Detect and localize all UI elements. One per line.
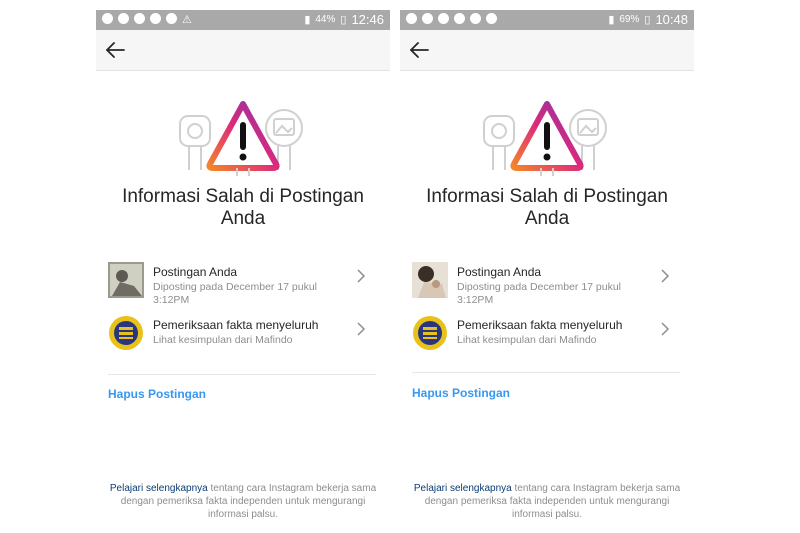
post-row-title: Postingan Anda [457, 265, 542, 279]
notification-icon [438, 13, 449, 24]
divider [412, 372, 680, 373]
phone-screen-right: ▮ 69% ▯ 10:48 Informasi Salah di Posting… [400, 10, 694, 530]
warning-triangle-icon [510, 101, 584, 176]
post-row-subtitle: Diposting pada December 17 pukul 3:12PM [153, 281, 318, 306]
signal-icon: ▮ [304, 14, 311, 26]
warning-triangle-icon [206, 101, 280, 176]
notification-icon [134, 13, 145, 24]
app-bar [96, 30, 390, 71]
delete-post-button[interactable]: Hapus Postingan [108, 387, 206, 401]
factcheck-row[interactable]: Pemeriksaan fakta menyeluruh Lihat kesim… [412, 315, 680, 359]
alert-icon: ⚠ [182, 14, 192, 26]
notification-icon [406, 13, 417, 24]
clock: 10:48 [655, 12, 688, 27]
battery-icon: ▯ [340, 14, 347, 26]
post-thumbnail [412, 262, 448, 298]
notification-icon [454, 13, 465, 24]
delete-post-button[interactable]: Hapus Postingan [412, 386, 510, 400]
app-bar [400, 30, 694, 71]
warning-illustration [179, 101, 303, 176]
status-indicators: ▮ 69% ▯ 10:48 [608, 12, 688, 27]
back-arrow-icon[interactable] [408, 39, 432, 61]
chevron-right-icon [661, 269, 670, 283]
notification-icons: ⚠ [102, 13, 193, 26]
page-title: Informasi Salah di Postingan Anda [122, 186, 364, 229]
status-indicators: ▮ 44% ▯ 12:46 [304, 12, 384, 27]
notification-icon [150, 13, 161, 24]
notification-icon [422, 13, 433, 24]
signal-icon: ▮ [608, 14, 615, 26]
back-arrow-icon[interactable] [104, 39, 128, 61]
post-row-subtitle: Diposting pada December 17 pukul 3:12PM [457, 281, 622, 306]
chevron-right-icon [357, 322, 366, 336]
post-thumbnail [108, 262, 144, 298]
warning-illustration [483, 101, 607, 176]
post-row-title: Postingan Anda [153, 265, 238, 279]
phone-screen-left: ⚠ ▮ 44% ▯ 12:46 Informasi Salah di Posti… [96, 10, 390, 530]
notification-icon [166, 13, 177, 24]
learn-more-link[interactable]: Pelajari selengkapnya [414, 483, 512, 494]
battery-percent: 44% [315, 14, 336, 25]
post-row[interactable]: Postingan Anda Diposting pada December 1… [412, 262, 680, 306]
status-bar: ▮ 69% ▯ 10:48 [400, 10, 694, 30]
post-row[interactable]: Postingan Anda Diposting pada December 1… [108, 262, 376, 306]
factcheck-row-subtitle: Lihat kesimpulan dari Mafindo [457, 334, 597, 346]
mafindo-logo [109, 316, 143, 350]
mafindo-logo [413, 316, 447, 350]
learn-more-link[interactable]: Pelajari selengkapnya [110, 483, 208, 494]
battery-percent: 69% [619, 14, 640, 25]
notification-icon [470, 13, 481, 24]
footer-info: Pelajari selengkapnya tentang cara Insta… [408, 482, 686, 521]
battery-icon: ▯ [644, 14, 651, 26]
divider [108, 374, 376, 375]
notification-icon [118, 13, 129, 24]
chevron-right-icon [357, 269, 366, 283]
footer-info: Pelajari selengkapnya tentang cara Insta… [104, 482, 382, 521]
speech-bubble-icon [179, 115, 211, 170]
factcheck-row-title: Pemeriksaan fakta menyeluruh [153, 318, 319, 332]
factcheck-row-title: Pemeriksaan fakta menyeluruh [457, 318, 623, 332]
notification-icons [406, 13, 497, 24]
speech-bubble-icon [483, 115, 515, 170]
factcheck-row[interactable]: Pemeriksaan fakta menyeluruh Lihat kesim… [108, 315, 376, 359]
chevron-right-icon [661, 322, 670, 336]
status-bar: ⚠ ▮ 44% ▯ 12:46 [96, 10, 390, 30]
notification-icon [102, 13, 113, 24]
notification-icon [486, 13, 497, 24]
clock: 12:46 [351, 12, 384, 27]
page-title: Informasi Salah di Postingan Anda [426, 186, 668, 229]
factcheck-row-subtitle: Lihat kesimpulan dari Mafindo [153, 334, 293, 346]
